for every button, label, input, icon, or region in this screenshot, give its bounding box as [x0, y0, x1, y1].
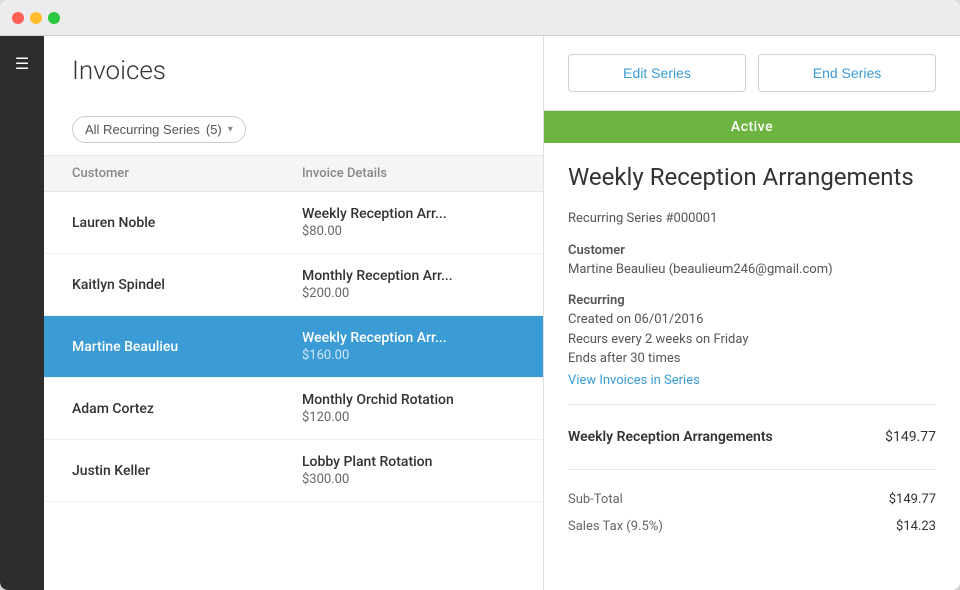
row-detail-name: Monthly Reception Arr... [302, 268, 515, 284]
row-name: Lauren Noble [72, 215, 302, 231]
customer-section: Customer Martine Beaulieu (beaulieum246@… [568, 243, 936, 280]
filter-count: (5) [206, 122, 222, 137]
row-details-col: Monthly Orchid Rotation $120.00 [302, 392, 515, 425]
table-header: Customer Invoice Details [44, 155, 543, 192]
filter-bar: All Recurring Series (5) ▾ [44, 116, 543, 155]
maximize-dot[interactable] [48, 12, 60, 24]
detail-title: Weekly Reception Arrangements [568, 163, 936, 191]
divider-1 [568, 404, 936, 405]
tax-value: $14.23 [896, 519, 936, 534]
row-customer-col: Adam Cortez [72, 401, 302, 417]
close-dot[interactable] [12, 12, 24, 24]
status-badge: Active [544, 111, 960, 143]
edit-series-button[interactable]: Edit Series [568, 54, 746, 92]
recurring-section: Recurring Created on 06/01/2016 Recurs e… [568, 293, 936, 388]
customer-label: Customer [568, 243, 936, 258]
row-detail-name: Weekly Reception Arr... [302, 206, 515, 222]
filter-dropdown[interactable]: All Recurring Series (5) ▾ [72, 116, 246, 143]
row-detail-amount: $80.00 [302, 224, 515, 239]
row-detail-name: Lobby Plant Rotation [302, 454, 515, 470]
table-row[interactable]: Justin Keller Lobby Plant Rotation $300.… [44, 440, 543, 502]
left-panel-header: Invoices [44, 36, 543, 116]
line-item-amount: $149.77 [885, 429, 936, 445]
row-name: Martine Beaulieu [72, 339, 302, 355]
left-panel: Invoices All Recurring Series (5) ▾ Cust… [44, 36, 544, 590]
recurring-ends: Ends after 30 times [568, 349, 936, 369]
row-customer-col: Justin Keller [72, 463, 302, 479]
row-details-col: Weekly Reception Arr... $160.00 [302, 330, 515, 363]
row-detail-amount: $300.00 [302, 472, 515, 487]
row-name: Kaitlyn Spindel [72, 277, 302, 293]
right-panel-actions: Edit Series End Series [544, 36, 960, 111]
minimize-dot[interactable] [30, 12, 42, 24]
row-details-col: Weekly Reception Arr... $80.00 [302, 206, 515, 239]
end-series-button[interactable]: End Series [758, 54, 936, 92]
table-row[interactable]: Kaitlyn Spindel Monthly Reception Arr...… [44, 254, 543, 316]
row-detail-name: Monthly Orchid Rotation [302, 392, 515, 408]
subtotal-label: Sub-Total [568, 492, 623, 507]
right-panel: Edit Series End Series Active Weekly Rec… [544, 36, 960, 590]
recurring-created: Created on 06/01/2016 [568, 310, 936, 330]
page-title: Invoices [72, 56, 515, 86]
divider-2 [568, 469, 936, 470]
sidebar: ☰ [0, 36, 44, 590]
col-header-details: Invoice Details [302, 166, 515, 181]
line-item: Weekly Reception Arrangements $149.77 [568, 421, 936, 453]
filter-label: All Recurring Series [85, 122, 200, 137]
table-row[interactable]: Martine Beaulieu Weekly Reception Arr...… [44, 316, 543, 378]
series-number-section: Recurring Series #000001 [568, 209, 936, 229]
tax-row: Sales Tax (9.5%) $14.23 [568, 513, 936, 540]
row-details-col: Monthly Reception Arr... $200.00 [302, 268, 515, 301]
tax-label: Sales Tax (9.5%) [568, 519, 663, 534]
row-detail-amount: $200.00 [302, 286, 515, 301]
table-row[interactable]: Adam Cortez Monthly Orchid Rotation $120… [44, 378, 543, 440]
recurring-label: Recurring [568, 293, 936, 308]
table-body: Lauren Noble Weekly Reception Arr... $80… [44, 192, 543, 590]
detail-card: Weekly Reception Arrangements Recurring … [544, 143, 960, 560]
series-number: Recurring Series #000001 [568, 209, 936, 229]
row-name: Adam Cortez [72, 401, 302, 417]
subtotal-value: $149.77 [889, 492, 936, 507]
row-customer-col: Lauren Noble [72, 215, 302, 231]
browser-window: ☰ Invoices All Recurring Series (5) ▾ Cu… [0, 0, 960, 590]
row-name: Justin Keller [72, 463, 302, 479]
col-header-customer: Customer [72, 166, 302, 181]
browser-chrome [0, 0, 960, 36]
line-item-name: Weekly Reception Arrangements [568, 429, 773, 445]
row-detail-name: Weekly Reception Arr... [302, 330, 515, 346]
menu-icon[interactable]: ☰ [9, 48, 35, 79]
table-row[interactable]: Lauren Noble Weekly Reception Arr... $80… [44, 192, 543, 254]
row-details-col: Lobby Plant Rotation $300.00 [302, 454, 515, 487]
chevron-down-icon: ▾ [228, 124, 233, 135]
row-customer-col: Kaitlyn Spindel [72, 277, 302, 293]
app-container: ☰ Invoices All Recurring Series (5) ▾ Cu… [0, 36, 960, 590]
subtotal-row: Sub-Total $149.77 [568, 486, 936, 513]
customer-value: Martine Beaulieu (beaulieum246@gmail.com… [568, 260, 936, 280]
row-customer-col: Martine Beaulieu [72, 339, 302, 355]
row-detail-amount: $120.00 [302, 410, 515, 425]
view-invoices-link[interactable]: View Invoices in Series [568, 373, 700, 388]
row-detail-amount: $160.00 [302, 348, 515, 363]
recurring-frequency: Recurs every 2 weeks on Friday [568, 330, 936, 350]
